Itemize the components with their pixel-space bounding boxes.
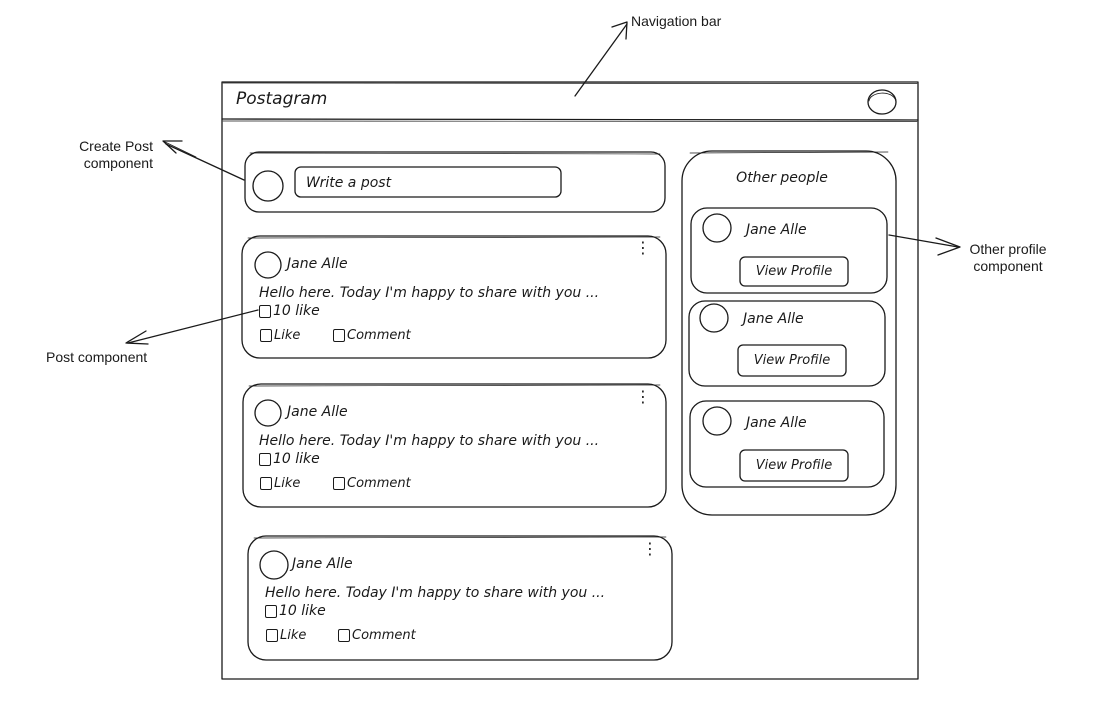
post-author[interactable]: Jane Alle [292,556,353,572]
person-name[interactable]: Jane Alle [746,222,807,238]
like-checkbox-icon[interactable] [266,629,278,642]
annotation-navigation-bar: Navigation bar [631,13,722,29]
more-vertical-icon[interactable]: ⋮ [635,389,651,405]
arrow-other-profile [888,234,959,248]
like-count-icon [265,605,277,618]
post-body: Hello here. Today I'm happy to share wit… [259,285,600,301]
comment-checkbox-icon[interactable] [333,477,345,490]
annotation-other-profile-line1: Other profile [969,241,1047,257]
post-like-count: 10 like [279,603,326,619]
arrow-create-post [165,143,245,181]
more-vertical-icon[interactable]: ⋮ [642,541,658,557]
annotation-other-profile-line2: component [973,258,1043,274]
comment-button[interactable]: Comment [347,328,411,343]
person-avatar [703,214,731,242]
like-button[interactable]: Like [280,628,306,643]
post-avatar [260,551,288,579]
arrow-post-component [127,309,259,344]
write-post-input[interactable]: Write a post [306,175,391,191]
person-avatar [700,304,728,332]
person-name[interactable]: Jane Alle [746,415,807,431]
comment-button[interactable]: Comment [352,628,416,643]
like-checkbox-icon[interactable] [260,477,272,490]
view-profile-button[interactable]: View Profile [740,458,848,473]
annotation-create-post: Create Post component [40,138,153,172]
post-author[interactable]: Jane Alle [287,404,348,420]
avatar-icon[interactable] [866,88,898,116]
like-count-icon [259,453,271,466]
post-author[interactable]: Jane Alle [287,256,348,272]
person-name[interactable]: Jane Alle [743,311,804,327]
like-button[interactable]: Like [274,476,300,491]
arrow-navigation-bar [574,23,628,97]
more-vertical-icon[interactable]: ⋮ [635,240,651,256]
navbar-divider [221,118,919,121]
sidebar-title: Other people [736,170,828,186]
post-body: Hello here. Today I'm happy to share wit… [265,585,606,601]
annotation-create-post-line2: component [83,155,153,171]
wireframe-sketch [125,21,961,680]
app-title[interactable]: Postagram [236,89,327,109]
person-avatar [703,407,731,435]
post-body: Hello here. Today I'm happy to share wit… [259,433,600,449]
view-profile-button[interactable]: View Profile [738,353,846,368]
annotation-post-component: Post component [46,349,148,365]
like-checkbox-icon[interactable] [260,329,272,342]
create-post-avatar [253,171,283,201]
view-profile-button[interactable]: View Profile [740,264,848,279]
post-avatar [255,252,281,278]
comment-checkbox-icon[interactable] [333,329,345,342]
like-button[interactable]: Like [274,328,300,343]
comment-button[interactable]: Comment [347,476,411,491]
like-count-icon [259,305,271,318]
annotation-other-profile: Other profile component [958,241,1058,275]
post-like-count: 10 like [273,303,320,319]
post-avatar [255,400,281,426]
post-like-count: 10 like [273,451,320,467]
comment-checkbox-icon[interactable] [338,629,350,642]
annotation-create-post-line1: Create Post [79,138,153,154]
